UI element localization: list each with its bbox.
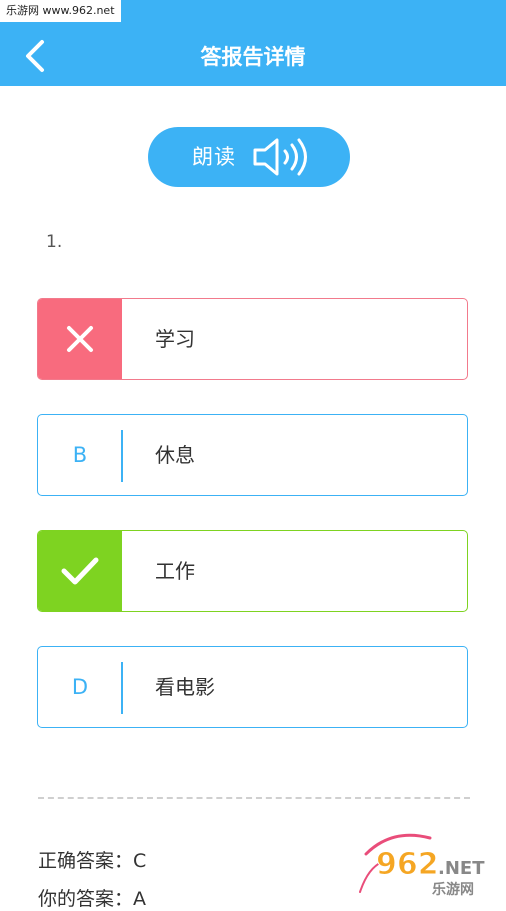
read-aloud-label: 朗读: [192, 145, 236, 169]
option-text: 工作: [155, 559, 195, 583]
svg-text:962: 962: [376, 847, 439, 882]
close-icon: [67, 326, 93, 352]
correct-answer: 正确答案：C: [38, 850, 147, 872]
option-text: 休息: [155, 443, 195, 467]
svg-text:.NET: .NET: [438, 858, 485, 879]
speaker-icon: [253, 138, 307, 176]
watermark-logo: 962 .NET 乐游网: [359, 833, 485, 898]
option-letter: B: [72, 443, 88, 467]
watermark-site-label: 乐游网 www.962.net: [0, 0, 121, 22]
svg-text:乐游网: 乐游网: [432, 881, 474, 898]
option-letter: D: [71, 675, 89, 699]
correct-badge: [38, 531, 122, 611]
wrong-badge: [38, 299, 122, 379]
option-divider: [121, 662, 123, 714]
check-icon: [61, 557, 99, 585]
page-title: 答报告详情: [200, 45, 306, 69]
option-divider: [121, 430, 123, 482]
section-divider: [38, 797, 470, 799]
your-answer: 你的答案：A: [38, 888, 146, 910]
question-number: 1.: [46, 232, 63, 252]
option-marker: D: [38, 647, 122, 727]
option-marker: B: [38, 415, 122, 495]
option-b[interactable]: B 休息: [37, 414, 468, 496]
option-text: 看电影: [155, 675, 215, 699]
read-aloud-button[interactable]: 朗读: [148, 127, 350, 187]
option-text: 学习: [155, 327, 195, 351]
option-d[interactable]: D 看电影: [37, 646, 468, 728]
option-c[interactable]: 工作: [37, 530, 468, 612]
option-a[interactable]: 学习: [37, 298, 468, 380]
